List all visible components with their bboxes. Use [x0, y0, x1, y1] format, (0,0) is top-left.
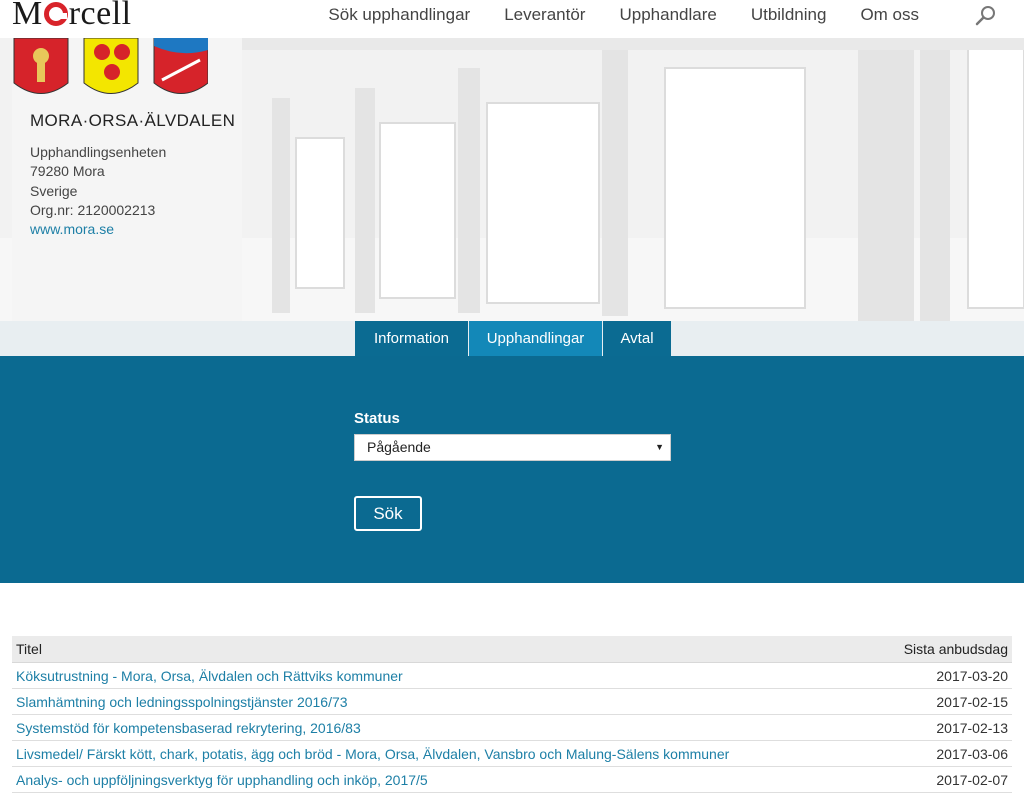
- search-icon[interactable]: [975, 5, 997, 27]
- status-label: Status: [354, 410, 400, 427]
- logo-ring-icon: [43, 2, 68, 26]
- procurement-title-link[interactable]: Analys- och uppföljningsverktyg för upph…: [16, 767, 428, 792]
- deadline-date: 2017-02-15: [936, 694, 1008, 710]
- nav-item-om-oss[interactable]: Om oss: [843, 0, 936, 32]
- marcell-logo[interactable]: Mrcell: [12, 0, 132, 32]
- organization-card: MORA·ORSA·ÄLVDALEN Upphandlingsenheten 7…: [12, 38, 242, 321]
- procurement-title-link[interactable]: Köksutrustning - Mora, Orsa, Älvdalen oc…: [16, 663, 403, 688]
- deadline-date: 2017-02-07: [936, 772, 1008, 788]
- deadline-date: 2017-03-06: [936, 746, 1008, 762]
- table-row: Livsmedel/ Färskt kött, chark, potatis, …: [12, 741, 1012, 767]
- procurement-title-link[interactable]: Systemstöd för kompetensbaserad rekryter…: [16, 715, 361, 740]
- deadline-date: 2017-02-13: [936, 720, 1008, 736]
- table-row: Systemstöd för kompetensbaserad rekryter…: [12, 715, 1012, 741]
- table-row: Köksutrustning - Mora, Orsa, Älvdalen oc…: [12, 663, 1012, 689]
- tab-information[interactable]: Information: [355, 321, 468, 356]
- logo-text-suffix: rcell: [68, 0, 132, 32]
- status-selected-value: Pågående: [367, 439, 431, 455]
- procurement-title-link[interactable]: Livsmedel/ Färskt kött, chark, potatis, …: [16, 741, 729, 766]
- hero-banner: MORA·ORSA·ÄLVDALEN Upphandlingsenheten 7…: [0, 38, 1024, 321]
- tab-upphandlingar[interactable]: Upphandlingar: [469, 321, 602, 356]
- organization-name: MORA·ORSA·ÄLVDALEN: [30, 111, 236, 130]
- nav-item-sok-upphandlingar[interactable]: Sök upphandlingar: [311, 0, 487, 32]
- search-filter-panel: Status Pågående ▼ Sök: [0, 356, 1024, 583]
- org-country: Sverige: [30, 182, 78, 199]
- org-website-link[interactable]: www.mora.se: [30, 220, 166, 239]
- nav-item-upphandlare[interactable]: Upphandlare: [602, 0, 733, 32]
- table-header: Titel Sista anbudsdag: [12, 636, 1012, 663]
- top-navigation: Mrcell Sök upphandlingar Leverantör Upph…: [0, 0, 1024, 38]
- column-header-deadline[interactable]: Sista anbudsdag: [904, 636, 1008, 662]
- org-postal: 79280 Mora: [30, 163, 105, 180]
- municipality-crests-logo: [13, 38, 208, 94]
- search-button[interactable]: Sök: [354, 496, 422, 531]
- procurement-title-link[interactable]: Slamhämtning och ledningsspolningstjänst…: [16, 689, 348, 714]
- table-row: Analys- och uppföljningsverktyg för upph…: [12, 767, 1012, 793]
- nav-item-leverantor[interactable]: Leverantör: [487, 0, 602, 32]
- tab-avtal[interactable]: Avtal: [603, 321, 671, 356]
- status-select[interactable]: Pågående ▼: [354, 434, 671, 461]
- nav-item-utbildning[interactable]: Utbildning: [734, 0, 844, 32]
- organization-info: Upphandlingsenheten 79280 Mora Sverige O…: [30, 143, 166, 239]
- table-row: Slamhämtning och ledningsspolningstjänst…: [12, 689, 1012, 715]
- chevron-down-icon: ▼: [655, 442, 664, 452]
- tab-strip: Information Upphandlingar Avtal: [0, 321, 1024, 356]
- logo-text-prefix: M: [12, 0, 43, 32]
- procurement-table: Titel Sista anbudsdag Köksutrustning - M…: [12, 636, 1012, 793]
- org-number: Org.nr: 2120002213: [30, 201, 156, 218]
- org-unit: Upphandlingsenheten: [30, 144, 167, 160]
- nav-menu: Sök upphandlingar Leverantör Upphandlare…: [311, 0, 936, 32]
- column-header-title[interactable]: Titel: [16, 636, 42, 662]
- deadline-date: 2017-03-20: [936, 668, 1008, 684]
